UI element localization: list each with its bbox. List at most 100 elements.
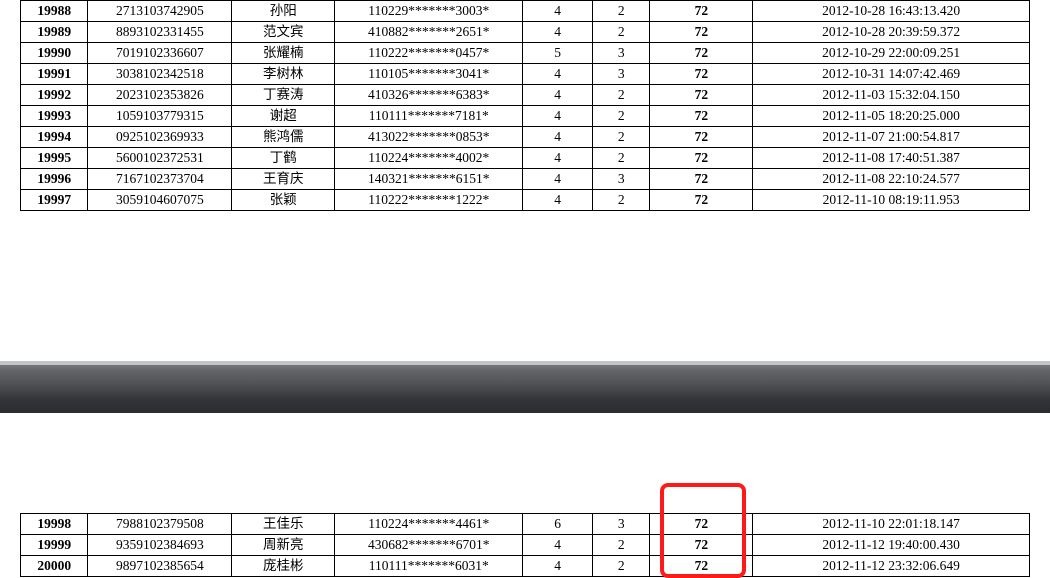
page-break-gap <box>0 361 1050 413</box>
cell-col-a: 4 <box>523 22 593 43</box>
cell-id: 2713103742905 <box>88 1 232 22</box>
cell-col-c: 72 <box>650 148 753 169</box>
cell-date: 2012-11-07 21:00:54.817 <box>753 127 1030 148</box>
table-row: 200009897102385654庞桂彬110111*******6031*4… <box>21 556 1030 577</box>
cell-index: 19989 <box>21 22 88 43</box>
cell-col-a: 4 <box>523 106 593 127</box>
cell-col-b: 2 <box>592 148 650 169</box>
table-row: 199987988102379508王佳乐110224*******4461*6… <box>21 514 1030 535</box>
cell-col-a: 4 <box>523 556 593 577</box>
cell-name: 张颖 <box>232 190 335 211</box>
cell-index: 19991 <box>21 64 88 85</box>
cell-cert: 110222*******1222* <box>335 190 523 211</box>
cell-index: 19995 <box>21 148 88 169</box>
cell-date: 2012-10-31 14:07:42.469 <box>753 64 1030 85</box>
cell-name: 王育庆 <box>232 169 335 190</box>
cell-col-a: 4 <box>523 169 593 190</box>
cell-col-b: 3 <box>592 43 650 64</box>
cell-cert: 110229*******3003* <box>335 1 523 22</box>
cell-col-c: 72 <box>650 556 753 577</box>
cell-index: 19997 <box>21 190 88 211</box>
cell-date: 2012-11-08 22:10:24.577 <box>753 169 1030 190</box>
page-bottom: 199987988102379508王佳乐110224*******4461*6… <box>0 413 1050 577</box>
cell-col-a: 6 <box>523 514 593 535</box>
table-row: 199999359102384693周新亮430682*******6701*4… <box>21 535 1030 556</box>
cell-index: 19990 <box>21 43 88 64</box>
cell-col-b: 2 <box>592 190 650 211</box>
cell-name: 丁鹤 <box>232 148 335 169</box>
cell-col-c: 72 <box>650 64 753 85</box>
cell-date: 2012-11-12 23:32:06.649 <box>753 556 1030 577</box>
cell-id: 3038102342518 <box>88 64 232 85</box>
cell-col-b: 3 <box>592 64 650 85</box>
cell-col-a: 4 <box>523 85 593 106</box>
cell-col-c: 72 <box>650 535 753 556</box>
cell-name: 孙阳 <box>232 1 335 22</box>
cell-col-b: 2 <box>592 556 650 577</box>
cell-date: 2012-11-10 08:19:11.953 <box>753 190 1030 211</box>
cell-id: 9897102385654 <box>88 556 232 577</box>
table-row: 199882713103742905孙阳110229*******3003*42… <box>21 1 1030 22</box>
cell-id: 9359102384693 <box>88 535 232 556</box>
cell-name: 周新亮 <box>232 535 335 556</box>
cell-col-b: 2 <box>592 22 650 43</box>
cell-cert: 140321*******6151* <box>335 169 523 190</box>
cell-col-a: 4 <box>523 148 593 169</box>
table1-wrap: 199882713103742905孙阳110229*******3003*42… <box>20 0 1030 211</box>
cell-name: 谢超 <box>232 106 335 127</box>
cell-col-c: 72 <box>650 1 753 22</box>
cell-cert: 410882*******2651* <box>335 22 523 43</box>
cell-col-b: 2 <box>592 85 650 106</box>
table-row: 199898893102331455范文宾410882*******2651*4… <box>21 22 1030 43</box>
cell-index: 19994 <box>21 127 88 148</box>
cell-col-a: 4 <box>523 190 593 211</box>
cell-date: 2012-10-28 16:43:13.420 <box>753 1 1030 22</box>
page-top: 199882713103742905孙阳110229*******3003*42… <box>0 0 1050 211</box>
cell-col-b: 3 <box>592 169 650 190</box>
cell-col-c: 72 <box>650 169 753 190</box>
cell-index: 20000 <box>21 556 88 577</box>
cell-date: 2012-11-05 18:20:25.000 <box>753 106 1030 127</box>
cell-id: 0925102369933 <box>88 127 232 148</box>
cell-id: 8893102331455 <box>88 22 232 43</box>
cell-col-c: 72 <box>650 22 753 43</box>
cell-id: 2023102353826 <box>88 85 232 106</box>
cell-cert: 430682*******6701* <box>335 535 523 556</box>
table1: 199882713103742905孙阳110229*******3003*42… <box>20 0 1030 211</box>
cell-index: 19996 <box>21 169 88 190</box>
cell-col-a: 4 <box>523 127 593 148</box>
cell-date: 2012-11-10 22:01:18.147 <box>753 514 1030 535</box>
cell-cert: 110111*******6031* <box>335 556 523 577</box>
cell-id: 7019102336607 <box>88 43 232 64</box>
cell-name: 熊鸿儒 <box>232 127 335 148</box>
table-row: 199973059104607075张颖110222*******1222*42… <box>21 190 1030 211</box>
table-row: 199967167102373704王育庆140321*******6151*4… <box>21 169 1030 190</box>
cell-cert: 110224*******4461* <box>335 514 523 535</box>
cell-cert: 413022*******0853* <box>335 127 523 148</box>
cell-date: 2012-10-28 20:39:59.372 <box>753 22 1030 43</box>
cell-date: 2012-11-03 15:32:04.150 <box>753 85 1030 106</box>
cell-col-b: 2 <box>592 1 650 22</box>
table-row: 199955600102372531丁鹤110224*******4002*42… <box>21 148 1030 169</box>
cell-index: 19992 <box>21 85 88 106</box>
cell-cert: 110105*******3041* <box>335 64 523 85</box>
cell-name: 王佳乐 <box>232 514 335 535</box>
cell-col-a: 4 <box>523 64 593 85</box>
table-row: 199913038102342518李树林110105*******3041*4… <box>21 64 1030 85</box>
cell-name: 张耀楠 <box>232 43 335 64</box>
cell-col-c: 72 <box>650 85 753 106</box>
cell-date: 2012-11-12 19:40:00.430 <box>753 535 1030 556</box>
cell-name: 丁赛涛 <box>232 85 335 106</box>
cell-col-b: 2 <box>592 535 650 556</box>
cell-id: 5600102372531 <box>88 148 232 169</box>
table-row: 199922023102353826丁赛涛410326*******6383*4… <box>21 85 1030 106</box>
table2: 199987988102379508王佳乐110224*******4461*6… <box>20 513 1030 577</box>
cell-name: 李树林 <box>232 64 335 85</box>
cell-index: 19998 <box>21 514 88 535</box>
cell-col-c: 72 <box>650 43 753 64</box>
cell-index: 19988 <box>21 1 88 22</box>
cell-id: 7988102379508 <box>88 514 232 535</box>
cell-date: 2012-11-08 17:40:51.387 <box>753 148 1030 169</box>
cell-id: 1059103779315 <box>88 106 232 127</box>
cell-col-c: 72 <box>650 127 753 148</box>
